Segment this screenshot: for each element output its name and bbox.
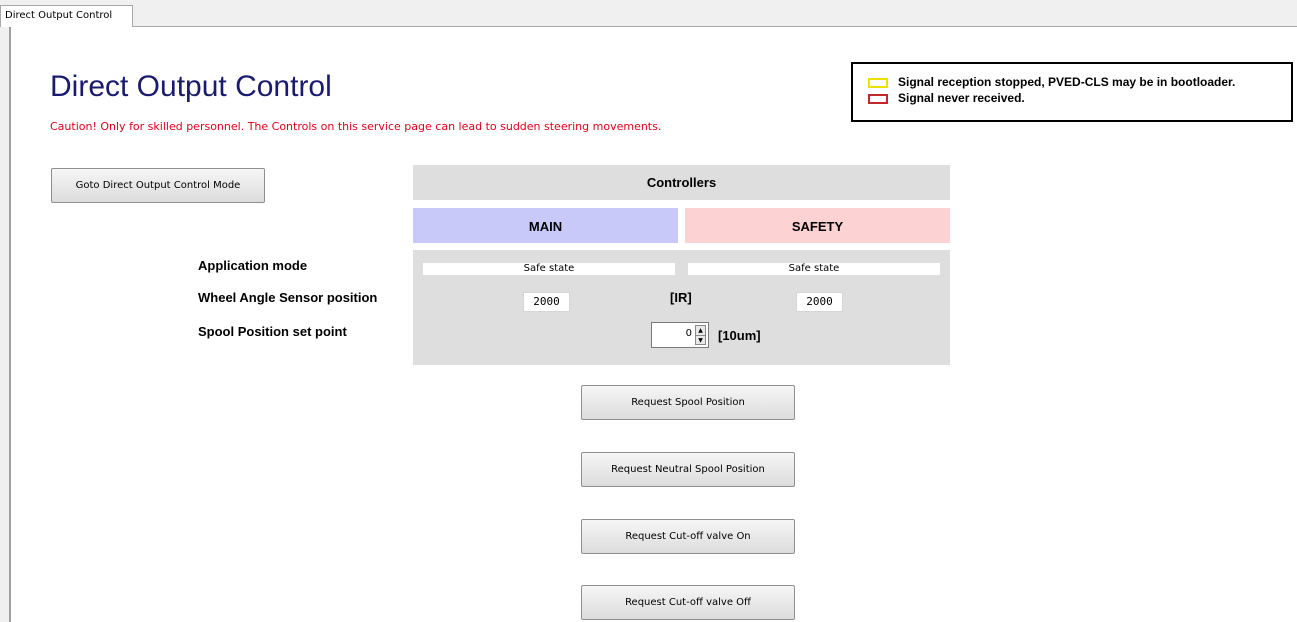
request-cutoff-valve-on-button[interactable]: Request Cut-off valve On — [581, 519, 795, 554]
application-mode-label: Application mode — [198, 258, 308, 273]
legend-text: Signal never received. — [898, 91, 1025, 105]
spool-setpoint-label: Spool Position set point — [198, 324, 347, 339]
yellow-swatch-icon — [868, 77, 888, 88]
caution-text: Caution! Only for skilled personnel. The… — [50, 120, 662, 133]
stepper-buttons[interactable]: ▲ ▼ — [695, 325, 706, 345]
request-neutral-spool-position-button[interactable]: Request Neutral Spool Position — [581, 452, 795, 487]
goto-direct-output-control-button[interactable]: Goto Direct Output Control Mode — [51, 168, 265, 203]
request-spool-position-button[interactable]: Request Spool Position — [581, 385, 795, 420]
tab-direct-output-control[interactable]: Direct Output Control — [0, 5, 133, 27]
controllers-header: Controllers — [646, 175, 717, 190]
chevron-down-icon[interactable]: ▼ — [696, 335, 705, 345]
spool-setpoint-value[interactable]: 0 — [686, 328, 692, 339]
legend-item-never-received: Signal never received. — [868, 91, 1025, 105]
safety-wheel-angle-value: 2000 — [796, 292, 843, 312]
main-application-mode-value: Safe state — [423, 263, 675, 275]
wheel-angle-unit: [IR] — [670, 290, 692, 305]
request-cutoff-valve-off-button[interactable]: Request Cut-off valve Off — [581, 585, 795, 620]
safety-application-mode-value: Safe state — [688, 263, 940, 275]
wheel-angle-sensor-label: Wheel Angle Sensor position — [198, 290, 378, 305]
signal-legend: Signal reception stopped, PVED-CLS may b… — [851, 62, 1293, 122]
main-header: MAIN — [528, 219, 563, 234]
red-swatch-icon — [868, 93, 888, 104]
spool-setpoint-unit: [10um] — [718, 328, 761, 343]
main-wheel-angle-value: 2000 — [523, 292, 570, 312]
page-title: Direct Output Control — [50, 70, 332, 103]
safety-header: SAFETY — [791, 219, 844, 234]
legend-text: Signal reception stopped, PVED-CLS may b… — [898, 75, 1236, 89]
chevron-up-icon[interactable]: ▲ — [696, 326, 705, 335]
legend-item-reception-stopped: Signal reception stopped, PVED-CLS may b… — [868, 75, 1235, 89]
spool-setpoint-stepper[interactable]: 0 ▲ ▼ — [651, 322, 709, 348]
left-strip — [0, 26, 10, 622]
